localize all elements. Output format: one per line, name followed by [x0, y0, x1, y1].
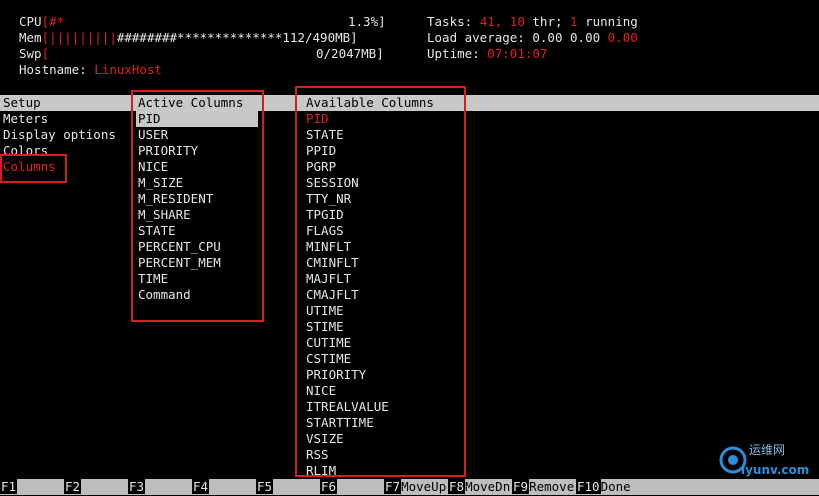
f8-action: MoveDn [465, 479, 511, 494]
threads-count: 10 [509, 14, 525, 29]
tasks-count: 41, [479, 14, 503, 29]
f1-key[interactable]: F1 [0, 479, 18, 495]
load-label: Load average: [427, 30, 525, 45]
f8-key-label: F8 [448, 479, 466, 494]
cpu-meter: CPU[#* [19, 14, 64, 30]
hostname-value: LinuxHost [94, 62, 162, 77]
hostname-line: Hostname: LinuxHost [19, 62, 162, 78]
cpu-bar-fill: #* [49, 14, 65, 29]
thr-label: thr; [532, 14, 563, 29]
annotation-box-columns [0, 154, 67, 183]
running-label: running [585, 14, 638, 29]
f10-key[interactable]: F10Done [576, 479, 631, 495]
load-5: 0.00 [570, 30, 601, 45]
f2-key-label: F2 [64, 479, 82, 494]
watermark-text-cn: 运维网 [749, 443, 786, 457]
watermark-text-url: iyunv.com [741, 463, 810, 477]
uptime-label: Uptime: [427, 46, 480, 61]
f6-key[interactable]: F6 [320, 479, 338, 495]
f9-key[interactable]: F9Remove [512, 479, 574, 495]
annotation-box-available [295, 86, 466, 477]
cpu-bar-open: [ [41, 14, 50, 29]
tasks-label: Tasks: [427, 14, 473, 29]
f5-key[interactable]: F5 [256, 479, 274, 495]
annotation-box-active [131, 90, 264, 322]
running-count: 1 [570, 14, 578, 29]
f10-key-label: F10 [576, 479, 601, 494]
hostname-label: Hostname: [19, 62, 87, 77]
f4-key-label: F4 [192, 479, 210, 494]
f7-key[interactable]: F7MoveUp [384, 479, 446, 495]
f9-key-label: F9 [512, 479, 530, 494]
f2-key[interactable]: F2 [64, 479, 82, 495]
mem-meter: Mem[|||||||||########**************112/4… [19, 30, 358, 46]
watermark-logo: 运维网 iyunv.com [719, 438, 809, 482]
uptime-line: Uptime: 07:01:07 [427, 46, 547, 62]
mem-label: Mem [19, 30, 42, 45]
f8-key[interactable]: F8MoveDn [448, 479, 510, 495]
function-key-bar: F1 F2 F3 F4 F5 F6 F7MoveUp F8MoveDn F9Re… [0, 479, 819, 495]
tasks-line: Tasks: 41, 10 thr; 1 running [427, 14, 638, 30]
cpu-percent: 1.3%] [348, 14, 386, 29]
load-1: 0.00 [532, 30, 563, 45]
swp-bar-open: [ [41, 46, 50, 61]
f4-key[interactable]: F4 [192, 479, 210, 495]
swp-label: Swp [19, 46, 42, 61]
setup-item-meters[interactable]: Meters [3, 111, 48, 127]
cpu-value: 1.3%] [348, 14, 386, 30]
swp-meter: Swp[ [19, 46, 49, 62]
f7-key-label: F7 [384, 479, 402, 494]
f10-action: Done [600, 479, 631, 494]
f5-key-label: F5 [256, 479, 274, 494]
mem-bar-rest: ########************** [116, 30, 283, 45]
f6-key-label: F6 [320, 479, 338, 494]
load-line: Load average: 0.00 0.00 0.00 [427, 30, 638, 46]
mem-bar-fill: ||||||||| [49, 30, 117, 45]
cpu-label: CPU [19, 14, 42, 29]
mem-value: 112/490MB] [282, 30, 358, 45]
f7-action: MoveUp [401, 479, 447, 494]
setup-title: Setup [3, 95, 41, 110]
setup-item-display-options[interactable]: Display options [3, 127, 116, 143]
f1-key-label: F1 [0, 479, 18, 494]
f3-key-label: F3 [128, 479, 146, 494]
swp-value: 0/2047MB] [316, 46, 384, 61]
mem-bar-open: [ [41, 30, 50, 45]
f9-action: Remove [529, 479, 575, 494]
f3-key[interactable]: F3 [128, 479, 146, 495]
uptime-value: 07:01:07 [487, 46, 548, 61]
load-15: 0.00 [607, 30, 638, 45]
